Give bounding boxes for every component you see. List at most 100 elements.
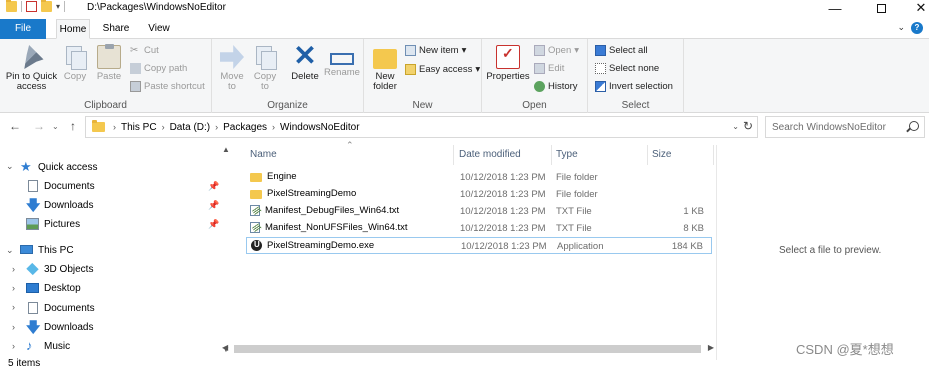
breadcrumb-separator[interactable]: ›	[113, 122, 116, 132]
address-bar[interactable]: › This PC › Data (D:) › Packages › Windo…	[85, 116, 758, 138]
invert-selection-button[interactable]: Invert selection	[595, 81, 673, 92]
file-row[interactable]: Engine 10/12/2018 1:23 PM File folder	[246, 169, 712, 186]
horizontal-scrollbar[interactable]: ◀ ▶	[222, 343, 716, 355]
scroll-left-icon[interactable]: ◀	[222, 343, 228, 352]
pinned-icon[interactable]: 📌	[208, 219, 219, 230]
file-type: Application	[557, 241, 604, 252]
collapse-ribbon-icon[interactable]: ⌄	[897, 22, 905, 33]
file-row[interactable]: PixelStreamingDemo 10/12/2018 1:23 PM Fi…	[246, 186, 712, 203]
qat-dropdown-icon[interactable]: ▾	[56, 2, 60, 11]
address-dropdown-icon[interactable]: ⌄	[732, 122, 739, 131]
nav-scrollbar[interactable]: ▲ ▼	[220, 145, 232, 356]
history-label: History	[548, 81, 578, 92]
properties-button[interactable]: Properties	[485, 45, 531, 82]
maximize-icon	[876, 3, 886, 13]
up-arrow-icon[interactable]: ↑	[70, 119, 76, 133]
search-input[interactable]	[772, 121, 907, 134]
new-folder-button[interactable]: New folder	[370, 45, 400, 92]
nav-label: Downloads	[44, 321, 94, 333]
preview-message: Select a file to preview.	[779, 245, 882, 256]
nav-pc-documents[interactable]: Documents	[26, 299, 95, 317]
close-button[interactable]: ✕	[904, 0, 929, 16]
refresh-icon[interactable]: ↻	[743, 119, 753, 133]
copy-button[interactable]: Copy	[60, 45, 90, 82]
nav-quick-downloads[interactable]: 🡇 Downloads	[26, 196, 93, 214]
breadcrumb-separator[interactable]: ›	[272, 122, 275, 132]
nav-desktop[interactable]: Desktop	[26, 279, 81, 297]
column-header-type[interactable]: Type	[552, 145, 648, 165]
collapse-chevron-icon[interactable]: ›	[12, 302, 15, 312]
paste-shortcut-button[interactable]: Paste shortcut	[130, 81, 205, 92]
breadcrumb-separator[interactable]: ›	[162, 122, 165, 132]
easy-access-label: Easy access	[419, 64, 473, 75]
minimize-button[interactable]: —	[818, 0, 852, 16]
title-bar: ▾ D:\Packages\WindowsNoEditor — ✕	[0, 0, 929, 16]
breadcrumb-separator[interactable]: ›	[215, 122, 218, 132]
tab-home[interactable]: Home	[56, 19, 90, 39]
paste-shortcut-label: Paste shortcut	[144, 81, 205, 92]
breadcrumb-data-d[interactable]: Data (D:)	[170, 122, 211, 133]
file-row[interactable]: PixelStreamingDemo.exe 10/12/2018 1:23 P…	[246, 237, 712, 254]
history-button[interactable]: History	[534, 81, 578, 92]
open-button[interactable]: Open ▾	[534, 45, 579, 56]
column-header-name[interactable]: Name	[246, 145, 454, 165]
tab-file[interactable]: File	[0, 19, 46, 39]
copy-path-button[interactable]: Copy path	[130, 63, 187, 74]
nav-quick-documents[interactable]: Documents	[26, 177, 95, 195]
expand-chevron-icon[interactable]: ⌄	[6, 245, 14, 256]
nav-music[interactable]: ♪ Music	[26, 337, 70, 355]
nav-quick-access[interactable]: ★ Quick access	[20, 158, 97, 176]
select-none-button[interactable]: Select none	[595, 63, 659, 74]
pinned-icon[interactable]: 📌	[208, 181, 219, 192]
computer-icon	[20, 244, 33, 254]
move-to-button[interactable]: Move to	[217, 45, 247, 92]
collapse-chevron-icon[interactable]: ›	[12, 283, 15, 293]
search-icon[interactable]	[909, 121, 919, 131]
tab-view[interactable]: View	[143, 19, 175, 39]
easy-access-button[interactable]: Easy access ▾	[405, 64, 480, 75]
copy-to-button[interactable]: Copy to	[250, 45, 280, 92]
new-folder-icon[interactable]	[41, 0, 52, 12]
forward-arrow-icon[interactable]: →	[33, 119, 45, 133]
maximize-button[interactable]	[864, 0, 898, 16]
tab-share[interactable]: Share	[100, 19, 132, 39]
back-arrow-icon[interactable]: ←	[9, 119, 21, 133]
new-item-button[interactable]: New item ▾	[405, 45, 466, 56]
search-box[interactable]	[765, 116, 925, 138]
collapse-chevron-icon[interactable]: ›	[12, 341, 15, 351]
recent-locations-icon[interactable]: ⌄	[52, 122, 59, 131]
nav-3d-objects[interactable]: 3D Objects	[26, 260, 93, 278]
pinned-icon[interactable]: 📌	[208, 200, 219, 211]
properties-icon[interactable]	[26, 1, 37, 12]
expand-chevron-icon[interactable]: ⌄	[6, 161, 14, 172]
column-header-date-modified[interactable]: Date modified	[455, 145, 552, 165]
rename-button[interactable]: Rename	[323, 45, 361, 78]
paste-button[interactable]: Paste	[93, 44, 125, 82]
file-row[interactable]: Manifest_DebugFiles_Win64.txt 10/12/2018…	[246, 203, 712, 220]
column-header-size[interactable]: Size	[648, 145, 714, 165]
select-all-button[interactable]: Select all	[595, 45, 648, 56]
scroll-right-icon[interactable]: ▶	[708, 343, 714, 352]
file-type: TXT File	[556, 206, 592, 217]
breadcrumb-packages[interactable]: Packages	[223, 122, 267, 133]
collapse-chevron-icon[interactable]: ›	[12, 322, 15, 332]
edit-button[interactable]: Edit	[534, 63, 564, 74]
breadcrumb-windowsnoeditor[interactable]: WindowsNoEditor	[280, 122, 359, 133]
scrollbar-thumb[interactable]	[234, 345, 701, 353]
select-all-icon	[595, 45, 606, 56]
nav-this-pc[interactable]: This PC	[20, 241, 74, 259]
cut-button[interactable]: Cut	[130, 45, 159, 56]
breadcrumb-this-pc[interactable]: This PC	[121, 122, 157, 133]
properties-label: Properties	[486, 71, 530, 82]
file-name: Engine	[267, 171, 297, 182]
pin-to-quick-access-button[interactable]: Pin to Quick access	[4, 45, 59, 92]
nav-pc-downloads[interactable]: 🡇 Downloads	[26, 318, 93, 336]
scroll-up-icon[interactable]: ▲	[222, 145, 230, 154]
delete-button[interactable]: ✕ Delete	[288, 42, 322, 82]
select-all-label: Select all	[609, 45, 648, 56]
nav-quick-pictures[interactable]: Pictures	[26, 215, 80, 233]
collapse-chevron-icon[interactable]: ›	[12, 264, 15, 274]
file-row[interactable]: Manifest_NonUFSFiles_Win64.txt 10/12/201…	[246, 220, 712, 237]
help-icon[interactable]: ?	[911, 22, 923, 34]
edit-icon	[534, 63, 545, 74]
